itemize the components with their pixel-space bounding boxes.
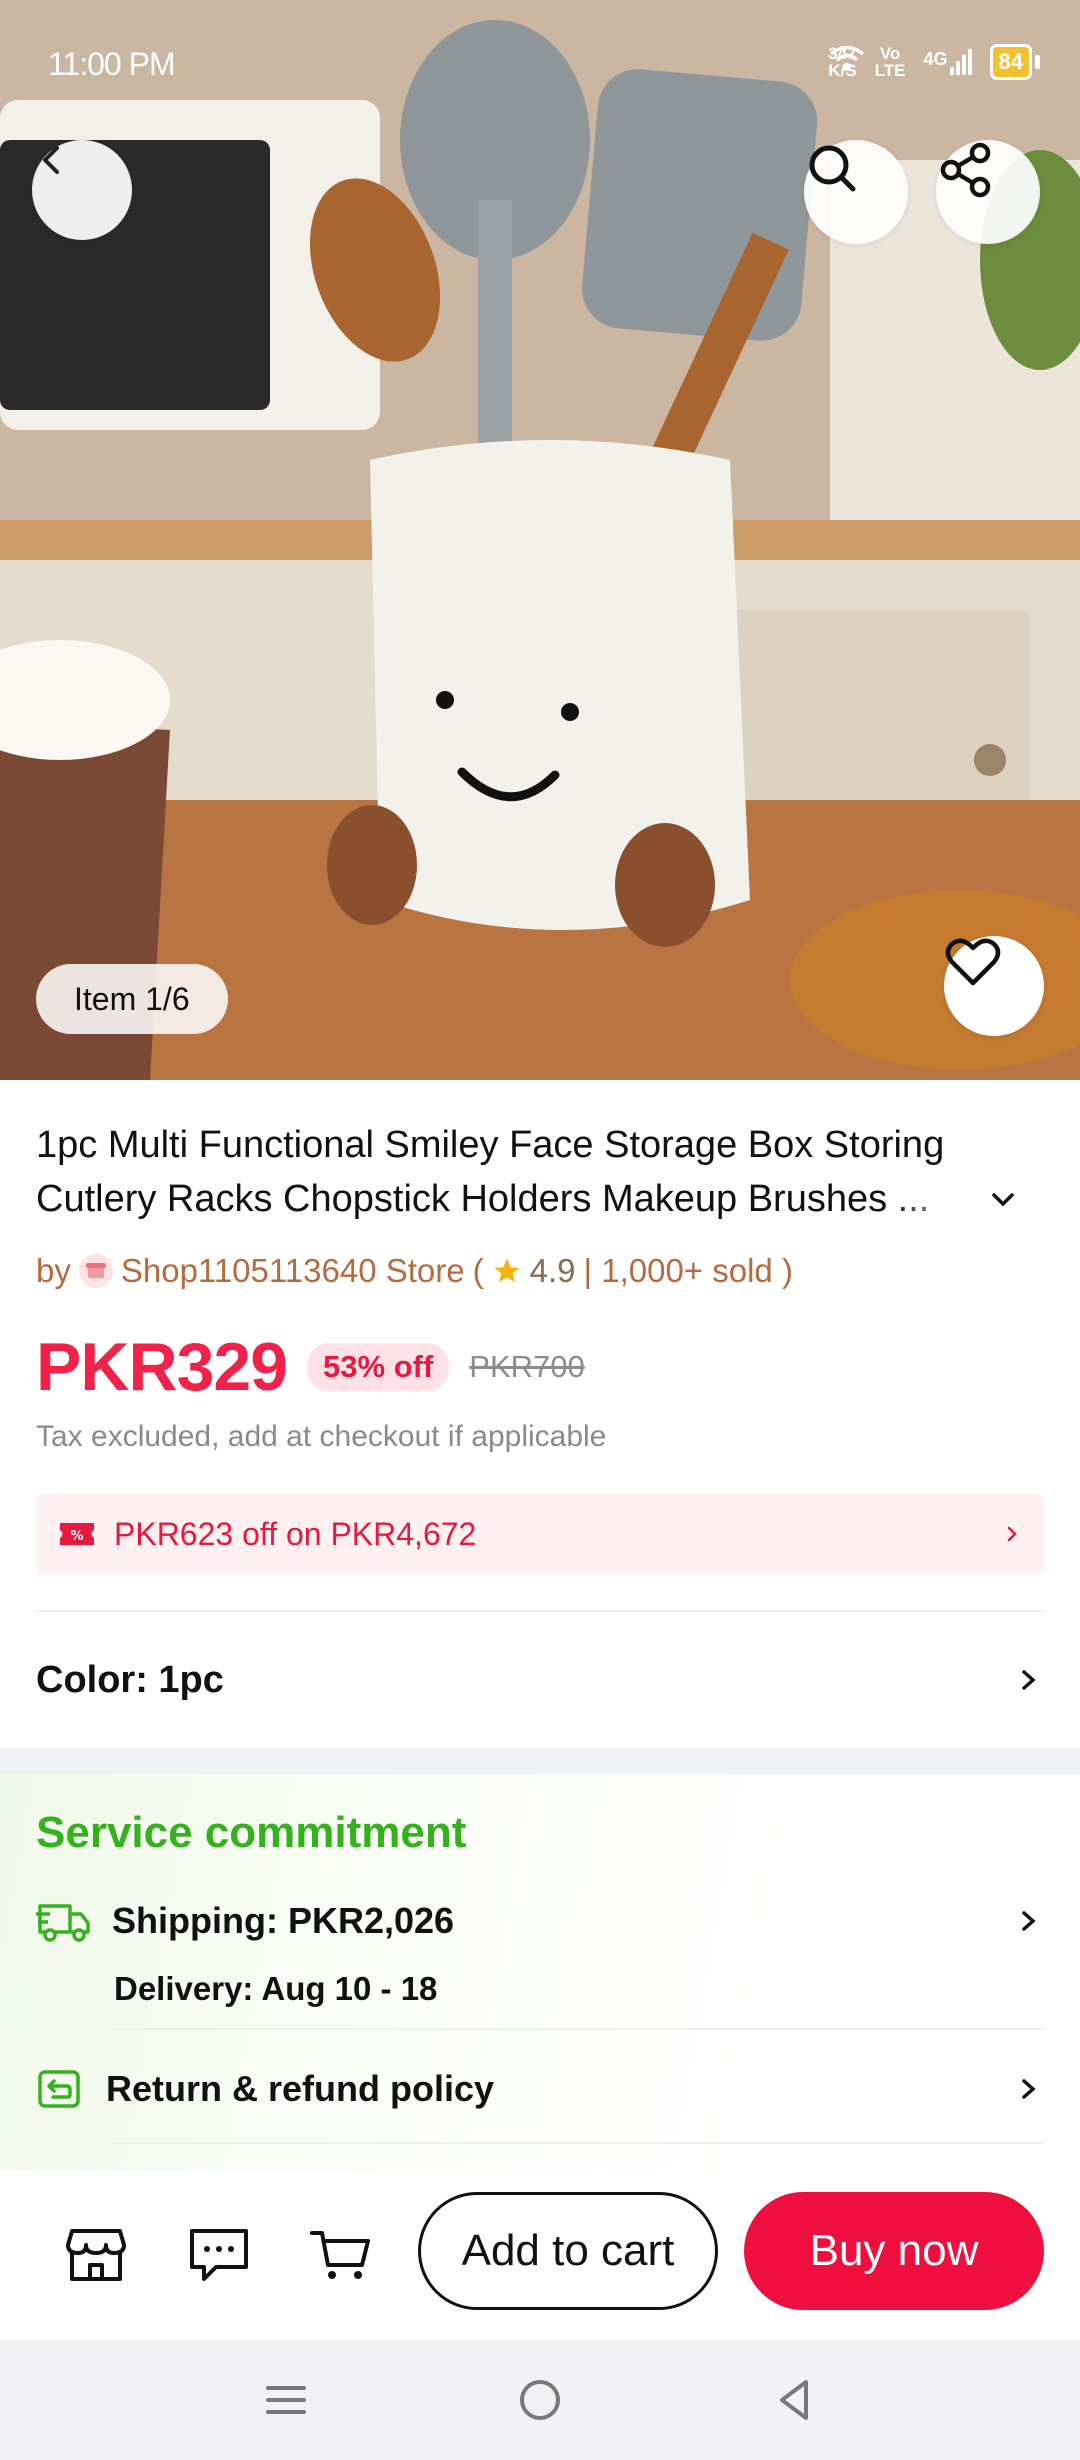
chat-icon[interactable] <box>188 2225 250 2285</box>
buy-now-button[interactable]: Buy now <box>744 2192 1044 2310</box>
discount-badge: 53% off <box>307 1343 450 1391</box>
truck-icon <box>36 1904 90 1942</box>
menu-nav-icon[interactable] <box>264 2378 308 2422</box>
store-rating: 4.9 <box>529 1252 576 1289</box>
coupon-icon: % <box>60 1523 94 1545</box>
store-icon[interactable] <box>64 2225 128 2285</box>
status-icons: 347 K/S Vo LTE 4G 84 <box>828 44 1040 80</box>
share-icon <box>940 142 991 198</box>
search-icon <box>809 145 856 192</box>
volte-top: Vo <box>879 44 901 63</box>
delivery-date: Delivery: Aug 10 - 18 <box>114 1970 438 2007</box>
back-icon <box>43 146 59 174</box>
status-time: 11:00 PM <box>48 46 176 82</box>
cart-icon[interactable] <box>310 2225 372 2285</box>
store-link[interactable]: by Shop1105113640 Store ( 4.9 | 1,000+ s… <box>36 1252 793 1290</box>
sold-count: | 1,000+ sold ) <box>583 1252 793 1289</box>
system-nav-bar <box>0 2340 1080 2460</box>
refund-icon <box>38 2070 80 2108</box>
promo-banner[interactable]: % PKR623 off on PKR4,672 <box>36 1494 1044 1574</box>
tax-note: Tax excluded, add at checkout if applica… <box>36 1420 607 1453</box>
star-icon <box>494 1258 520 1283</box>
color-label: Color: 1pc <box>36 1658 224 1701</box>
refund-row[interactable]: Return & refund policy <box>36 2066 1044 2112</box>
status-bar: 11:00 PM 347 K/S Vo LTE 4G 84 <box>0 0 1080 130</box>
svg-text:%: % <box>70 1529 83 1544</box>
store-name: Shop1105113640 Store <box>120 1252 465 1289</box>
battery-icon: 84 <box>989 44 1040 80</box>
shipping-cost: Shipping: PKR2,026 <box>112 1900 455 1941</box>
chevron-down-icon[interactable] <box>986 1184 1020 1214</box>
product-title-line2: Cutlery Racks Chopstick Holders Makeup B… <box>36 1178 930 1220</box>
divider <box>112 2028 1044 2030</box>
volte-indicator: Vo LTE <box>875 45 906 79</box>
current-price: PKR329 <box>36 1329 288 1405</box>
price-row: PKR329 53% off PKR700 <box>36 1328 585 1406</box>
back-nav-icon[interactable] <box>772 2376 816 2424</box>
section-separator <box>0 1748 1080 1774</box>
service-title: Service commitment <box>36 1808 467 1857</box>
divider <box>112 2142 1044 2144</box>
product-photo <box>0 0 1080 1080</box>
refund-policy: Return & refund policy <box>106 2068 495 2109</box>
volte-bottom: LTE <box>874 61 906 80</box>
heart-icon <box>945 938 1001 986</box>
wifi-icon <box>830 45 865 71</box>
product-title-line1: 1pc Multi Functional Smiley Face Storage… <box>36 1124 945 1166</box>
back-button[interactable] <box>32 140 132 240</box>
add-to-cart-button[interactable]: Add to cart <box>418 2192 718 2310</box>
chevron-right-icon <box>1022 2079 1036 2099</box>
signal-icon: 4G <box>924 49 972 75</box>
home-nav-icon[interactable] <box>516 2376 564 2424</box>
wishlist-button[interactable] <box>944 936 1044 1036</box>
chevron-right-icon <box>1022 1911 1036 1931</box>
network-type: 4G <box>923 49 948 69</box>
color-selector[interactable]: Color: 1pc <box>36 1648 1044 1712</box>
battery-level: 84 <box>989 44 1032 80</box>
share-button[interactable] <box>936 140 1040 244</box>
product-image[interactable]: 11:00 PM 347 K/S Vo LTE 4G 84 Item 1/6 <box>0 0 1080 1080</box>
chevron-right-icon <box>1022 1670 1036 1690</box>
divider <box>36 1610 1044 1612</box>
image-counter: Item 1/6 <box>36 964 228 1034</box>
chevron-right-icon <box>1007 1526 1017 1542</box>
rating-open-paren: ( <box>472 1252 484 1289</box>
search-button[interactable] <box>804 140 908 244</box>
original-price: PKR700 <box>469 1349 585 1384</box>
store-icon-small <box>78 1254 113 1288</box>
product-title[interactable]: 1pc Multi Functional Smiley Face Storage… <box>36 1118 1046 1226</box>
shipping-row[interactable]: Shipping: PKR2,026 Delivery: Aug 10 - 18 <box>36 1898 1044 2008</box>
by-prefix: by <box>36 1252 71 1289</box>
promo-text: PKR623 off on PKR4,672 <box>114 1515 477 1552</box>
